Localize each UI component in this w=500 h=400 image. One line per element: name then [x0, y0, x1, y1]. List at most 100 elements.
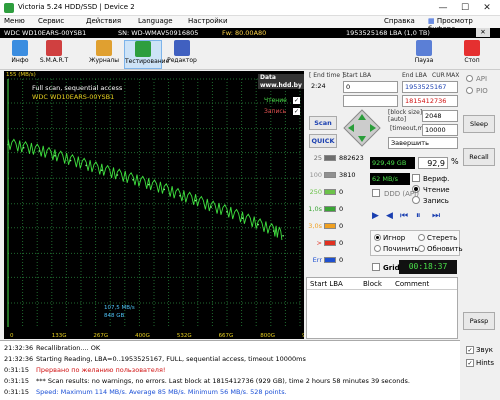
repair-mode-group: Игнор Стереть Починить Обновить	[370, 230, 463, 256]
ddd-checkbox[interactable]	[372, 189, 380, 197]
progress-percent: 92,9	[418, 157, 448, 169]
counter-label: Err	[312, 256, 322, 264]
col-block: Block	[363, 280, 382, 288]
end-time-value: 2:24	[309, 81, 339, 93]
testing-tab[interactable]: Тестирование	[124, 40, 169, 69]
block-auto-caption: [auto]	[388, 116, 407, 123]
logs-tab[interactable]: Журналы	[88, 40, 120, 69]
title-bar: Victoria 5.24 HDD/SSD | Device 2 — ☐ ✕	[0, 0, 500, 16]
end-lba-input[interactable]: 1953525167	[402, 81, 458, 93]
menu-item-settings[interactable]: Настройки	[188, 17, 228, 25]
grid-checkbox[interactable]	[372, 263, 380, 271]
counter-color-swatch	[324, 155, 336, 161]
read-speed-point	[54, 155, 56, 157]
back-icon[interactable]: ◀	[386, 211, 393, 221]
counter-color-swatch	[324, 257, 336, 263]
event-log[interactable]: 21:32:36 Recallibration.... OK 21:32:36 Sta…	[0, 340, 460, 400]
minimize-button[interactable]: —	[432, 1, 454, 15]
x-tick-label: 800G	[260, 333, 275, 339]
play-icon[interactable]: ▶	[372, 211, 379, 221]
refresh-radio[interactable]	[418, 245, 425, 252]
write-legend: Запись	[264, 108, 287, 115]
pause-small-icon[interactable]: ⏸	[416, 211, 421, 221]
counter-color-swatch	[324, 189, 336, 195]
log-message: Starting Reading, LBA=0..1953525167, FUL…	[36, 355, 306, 363]
hints-label: Hints	[476, 359, 495, 367]
skip-back-icon[interactable]: ⏮	[400, 211, 408, 221]
scanned-size: 929,49 GB	[370, 157, 415, 169]
counter-value: 3810	[339, 171, 356, 179]
device-info-bar: WDC WD10EARS-00YSB1 SN: WD-WMAV50916805 …	[0, 28, 500, 38]
counter-label: 25	[313, 154, 322, 162]
info-tab[interactable]: Инфо	[4, 40, 36, 69]
action-select[interactable]: Завершить	[388, 137, 458, 149]
navigation-pad[interactable]	[342, 108, 382, 148]
smart-tab[interactable]: S.M.A.R.T	[38, 40, 70, 69]
verify-radio[interactable]	[412, 174, 420, 182]
start-lba-input[interactable]: 0	[343, 81, 398, 93]
menu-item-main[interactable]: Меню	[4, 17, 25, 25]
close-device-icon[interactable]: ✕	[476, 28, 490, 37]
pause-icon	[416, 40, 432, 56]
end-time-caption: [ End time ]	[309, 72, 345, 79]
current-position-label: 848 GB	[104, 313, 125, 319]
percent-sign: %	[451, 157, 459, 166]
navigation-pad-graphic	[343, 109, 381, 147]
counter-value: 0	[339, 188, 344, 196]
api-radio[interactable]	[466, 75, 473, 82]
pio-radio[interactable]	[466, 87, 473, 94]
remap-radio[interactable]	[374, 245, 381, 252]
read-speed-point	[85, 164, 87, 167]
recall-button[interactable]: Recall	[463, 148, 495, 166]
grid-label: Grid	[383, 264, 400, 272]
close-button[interactable]: ✕	[476, 1, 498, 15]
x-tick-label: 400G	[135, 333, 150, 339]
editor-tab[interactable]: Редактор	[166, 40, 198, 69]
journal-icon	[96, 40, 112, 56]
read-legend-checkbox[interactable]: ✓	[293, 97, 300, 104]
passport-button[interactable]: Passp	[463, 312, 495, 330]
hints-checkbox[interactable]: ✓	[466, 359, 474, 367]
timeout-select[interactable]: 10000	[422, 124, 458, 136]
pio-label: PIO	[476, 87, 488, 95]
sleep-button[interactable]: Sleep	[463, 115, 495, 133]
read-speed-point	[38, 150, 41, 152]
counter-value: 882623	[339, 154, 364, 162]
menu-item-language[interactable]: Language	[138, 17, 173, 25]
counter-label: 1,0s	[308, 205, 322, 213]
pause-button[interactable]: Пауза	[408, 40, 440, 69]
block-size-select[interactable]: 2048	[422, 110, 458, 122]
write-legend-checkbox[interactable]: ✓	[293, 108, 300, 115]
read-speed-point	[210, 206, 213, 208]
maximize-button[interactable]: ☐	[454, 1, 476, 15]
menu-item-help[interactable]: Справка	[384, 17, 415, 25]
x-tick-label: 532G	[177, 333, 192, 339]
current-lba-field[interactable]: 1815412736	[402, 95, 458, 107]
skip-forward-icon[interactable]: ⏭	[432, 211, 440, 221]
erase-radio[interactable]	[418, 234, 425, 241]
menu-item-actions[interactable]: Действия	[86, 17, 121, 25]
scan-button[interactable]: Scan	[309, 116, 337, 130]
quick-button[interactable]: QUICK	[309, 134, 337, 148]
read-speed-point	[69, 159, 72, 162]
testing-icon	[135, 41, 151, 57]
sound-checkbox[interactable]: ✓	[466, 346, 474, 354]
ignore-radio[interactable]	[374, 234, 381, 241]
read-speed-point	[226, 211, 228, 213]
site-label: www.hdd.by	[258, 82, 304, 89]
x-tick-label: 0	[10, 333, 14, 339]
current-speed-label: 107,5 MB/s	[104, 305, 135, 311]
stop-button[interactable]: Стоп	[456, 40, 488, 69]
stop-icon	[464, 40, 480, 56]
erase-label: Стереть	[427, 234, 458, 242]
menu-item-service[interactable]: Сервис	[38, 17, 64, 25]
col-comment: Comment	[395, 280, 430, 288]
read-speed-point	[257, 223, 259, 226]
scan-mode-label: Full scan, sequential access	[32, 84, 123, 92]
start-lba-cur-input[interactable]	[343, 95, 398, 107]
chart-model-label: WDC WD10EARS-00YSB1	[32, 93, 115, 101]
read-speed-line	[7, 138, 283, 241]
log-entry: 21:32:36 Starting Reading, LBA=0..1953525…	[4, 355, 306, 363]
refresh-label: Обновить	[427, 245, 463, 253]
read-speed-point	[272, 230, 275, 232]
